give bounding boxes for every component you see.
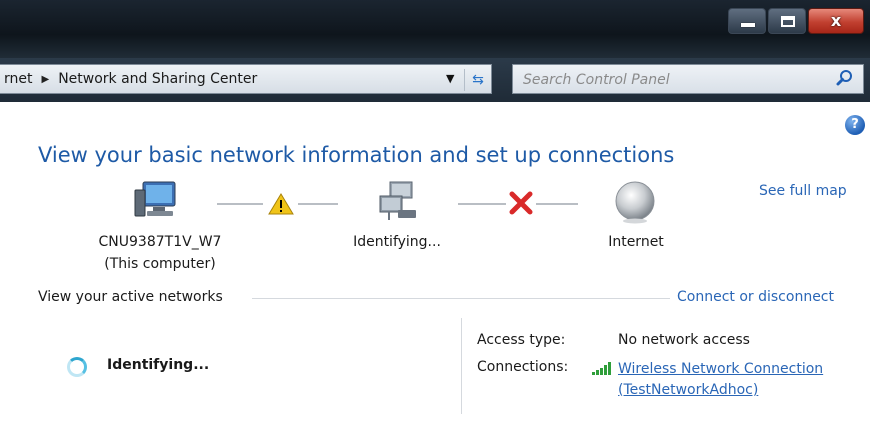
wireless-connection-link[interactable]: Wireless Network Connection (TestNetwork… <box>618 359 823 401</box>
address-dropdown-icon[interactable]: ▼ <box>446 72 454 85</box>
page-title: View your basic network information and … <box>38 143 675 167</box>
breadcrumb: rnet ▶ Network and Sharing Center <box>4 71 257 87</box>
connection-ssid: (TestNetworkAdhoc) <box>618 382 759 398</box>
computer-icon[interactable] <box>133 180 181 220</box>
disconnected-x-icon[interactable] <box>508 191 534 215</box>
help-icon[interactable]: ? <box>845 115 865 135</box>
connections-label: Connections: <box>477 359 569 375</box>
vertical-divider <box>461 318 462 414</box>
navigation-bar: rnet ▶ Network and Sharing Center ▼ ⇆ <box>0 58 870 102</box>
access-type-value: No network access <box>618 332 750 348</box>
wireless-signal-icon <box>592 362 611 375</box>
search-input[interactable] <box>521 69 825 91</box>
search-box[interactable] <box>512 64 864 94</box>
breadcrumb-separator-icon[interactable]: ▶ <box>42 74 50 85</box>
search-icon[interactable] <box>835 68 855 88</box>
see-full-map-link[interactable]: See full map <box>759 183 847 199</box>
warning-icon[interactable] <box>268 193 294 215</box>
maximize-button[interactable] <box>768 8 806 34</box>
network-icon[interactable] <box>374 180 422 222</box>
link-line-left-1 <box>217 203 263 205</box>
computer-sub-label: (This computer) <box>104 256 216 272</box>
close-button[interactable]: x <box>808 8 864 34</box>
access-type-label: Access type: <box>477 332 566 348</box>
close-icon: x <box>830 11 842 30</box>
busy-spinner-icon <box>67 357 87 377</box>
network-node-label: Identifying... <box>353 234 441 250</box>
minimize-button[interactable] <box>728 8 766 34</box>
network-name: Identifying... <box>107 357 210 373</box>
connect-or-disconnect-link[interactable]: Connect or disconnect <box>677 289 834 305</box>
computer-name-label: CNU9387T1V_W7 <box>98 234 222 250</box>
internet-node-label: Internet <box>608 234 664 250</box>
internet-globe-icon[interactable] <box>612 180 658 224</box>
window-title-bar: x <box>0 0 870 58</box>
section-divider <box>252 298 670 299</box>
active-networks-label: View your active networks <box>38 289 223 305</box>
breadcrumb-item-network-internet[interactable]: rnet <box>4 71 33 87</box>
window-controls: x <box>726 8 864 36</box>
address-bar[interactable]: rnet ▶ Network and Sharing Center ▼ ⇆ <box>0 64 492 94</box>
minimize-icon <box>741 23 755 27</box>
link-line-left-2 <box>298 203 338 205</box>
link-line-right-1 <box>458 203 506 205</box>
connection-name: Wireless Network Connection <box>618 361 824 377</box>
refresh-icon[interactable]: ⇆ <box>464 69 491 91</box>
breadcrumb-item-current[interactable]: Network and Sharing Center <box>58 71 257 87</box>
maximize-icon <box>781 16 795 27</box>
link-line-right-2 <box>536 203 578 205</box>
